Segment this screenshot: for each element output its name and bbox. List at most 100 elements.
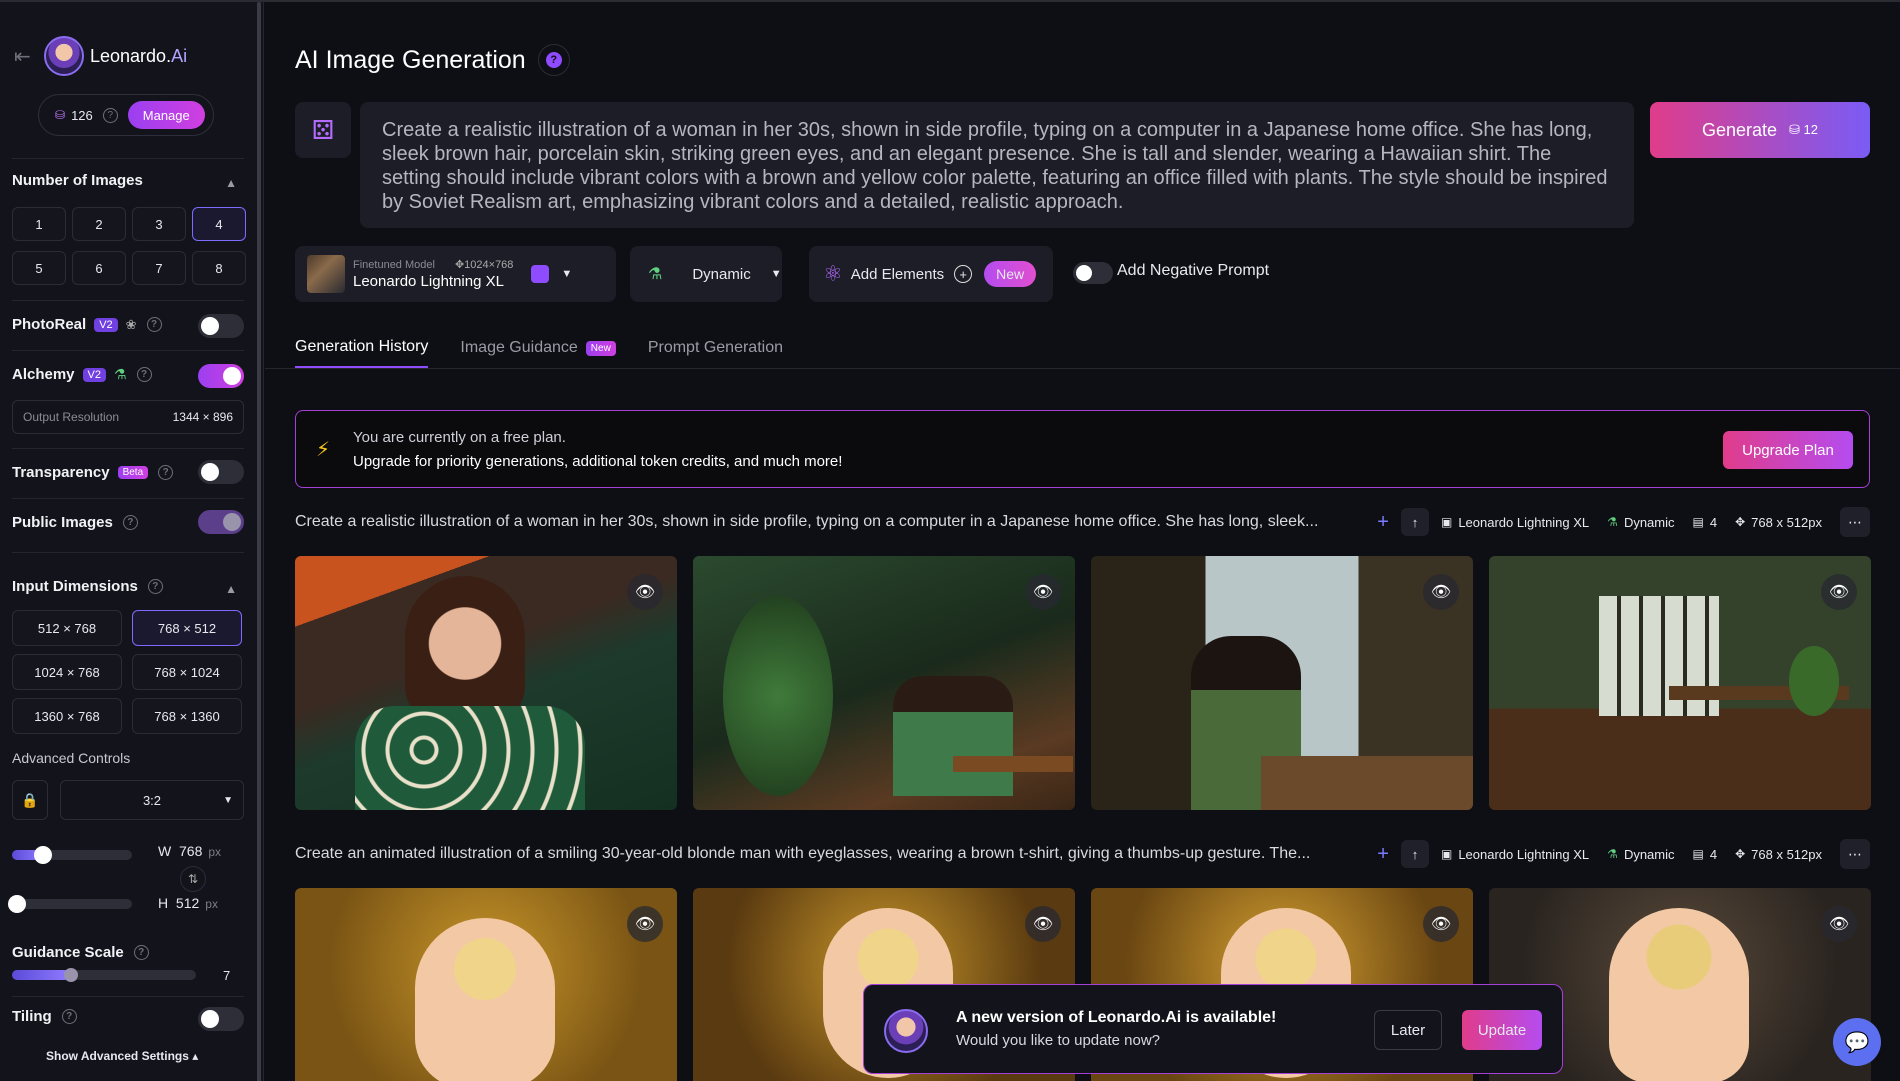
sidebar: ⇤ Leonardo.Ai ⛁ 126 ? Manage Number of I… — [0, 2, 264, 1081]
generation-prompt[interactable]: Create an animated illustration of a smi… — [295, 845, 1355, 863]
view-eye-icon[interactable]: 👁 — [1025, 574, 1061, 610]
model-selector[interactable]: Finetuned Model ✥1024×768 Leonardo Lightn… — [295, 246, 616, 302]
width-slider-knob[interactable] — [34, 846, 52, 864]
width-slider[interactable] — [12, 846, 132, 864]
add-elements-button[interactable]: ⚛ Add Elements + New — [809, 246, 1053, 302]
tab-prompt-generation[interactable]: Prompt Generation — [648, 338, 783, 368]
generation-meta: + ↑ ▣ Leonardo Lightning XL ⚗ Dynamic ▤ 4 ✥… — [1377, 839, 1870, 869]
random-prompt-dice-icon[interactable]: ⚄ — [295, 102, 351, 158]
help-icon[interactable]: ? — [102, 107, 118, 123]
update-button[interactable]: Update — [1462, 1010, 1542, 1050]
help-icon[interactable]: ? — [61, 1009, 77, 1024]
help-icon[interactable]: ? — [133, 945, 149, 960]
atom-icon: ⚛ — [823, 261, 843, 286]
manage-button[interactable]: Manage — [127, 101, 205, 129]
public-images-toggle[interactable] — [198, 510, 244, 534]
prompt-input[interactable]: Create a realistic illustration of a wom… — [360, 102, 1634, 228]
leonardo-logo[interactable] — [44, 36, 84, 76]
num-images-option-6[interactable]: 6 — [72, 251, 126, 285]
generated-image[interactable]: 👁 — [295, 556, 677, 810]
collapse-sidebar-icon[interactable]: ⇤ — [14, 44, 44, 69]
dimension-option[interactable]: 1024 × 768 — [12, 654, 122, 690]
lock-aspect-ratio-icon[interactable]: 🔒 — [12, 780, 48, 820]
plus-icon[interactable]: + — [1377, 511, 1389, 534]
height-slider-knob[interactable] — [8, 895, 26, 913]
help-icon[interactable]: ? — [122, 515, 138, 530]
generation-header: Create a realistic illustration of a wom… — [295, 507, 1870, 537]
show-advanced-settings-button[interactable]: Show Advanced Settings ▴ — [46, 1049, 198, 1063]
chevron-up-icon[interactable]: ▲ — [225, 176, 237, 190]
generated-image[interactable]: 👁 — [1091, 556, 1473, 810]
generated-image[interactable]: 👁 — [1489, 556, 1871, 810]
later-button[interactable]: Later — [1374, 1010, 1442, 1050]
images-icon: ▤ — [1692, 515, 1704, 529]
generated-image[interactable]: 👁 — [693, 556, 1075, 810]
dimension-option[interactable]: 768 × 1024 — [132, 654, 242, 690]
generated-image[interactable]: 👁 — [295, 888, 677, 1081]
aspect-ratio-select[interactable]: 3:2 ▼ — [60, 780, 244, 820]
help-icon[interactable]: ? — [146, 317, 162, 332]
num-images-option-1[interactable]: 1 — [12, 207, 66, 241]
style-selector[interactable]: ⚗ Dynamic ▼ — [630, 246, 782, 302]
images-icon: ▤ — [1692, 847, 1704, 861]
view-eye-icon[interactable]: 👁 — [627, 574, 663, 610]
upgrade-plan-button[interactable]: Upgrade Plan — [1723, 431, 1853, 469]
height-slider[interactable] — [8, 895, 132, 913]
num-images-option-7[interactable]: 7 — [132, 251, 186, 285]
sidebar-scrollbar[interactable] — [257, 2, 261, 1081]
swap-dimensions-icon[interactable]: ⇅ — [180, 866, 206, 892]
dimension-option[interactable]: 1360 × 768 — [12, 698, 122, 734]
more-options-icon[interactable]: ⋯ — [1840, 507, 1870, 537]
tab-generation-history[interactable]: Generation History — [295, 338, 429, 368]
view-eye-icon[interactable]: 👁 — [1821, 574, 1857, 610]
banner-line-2: Upgrade for priority generations, additi… — [353, 453, 843, 470]
dimension-option[interactable]: 768 × 1360 — [132, 698, 242, 734]
plus-icon[interactable]: + — [1377, 843, 1389, 866]
token-count: 126 — [71, 107, 93, 123]
negative-prompt-toggle[interactable] — [1073, 262, 1113, 284]
image-subject — [893, 676, 1013, 796]
view-eye-icon[interactable]: 👁 — [627, 906, 663, 942]
num-images-option-5[interactable]: 5 — [12, 251, 66, 285]
guidance-scale-slider[interactable] — [12, 968, 196, 982]
photoreal-toggle[interactable] — [198, 314, 244, 338]
help-button[interactable]: ? — [537, 44, 570, 76]
generation-count: ▤ 4 — [1692, 514, 1718, 530]
num-images-option-2[interactable]: 2 — [72, 207, 126, 241]
num-images-option-8[interactable]: 8 — [192, 251, 246, 285]
arrow-up-icon[interactable]: ↑ — [1400, 840, 1429, 868]
arrow-up-icon[interactable]: ↑ — [1400, 508, 1429, 536]
token-icon: ⛁ — [55, 108, 66, 122]
token-balance: ⛁ 126 ? Manage — [38, 94, 214, 136]
chat-support-icon[interactable]: 💬 — [1833, 1018, 1881, 1066]
help-icon[interactable]: ? — [136, 367, 152, 382]
model-thumbnail — [307, 255, 345, 293]
view-eye-icon[interactable]: 👁 — [1025, 906, 1061, 942]
view-eye-icon[interactable]: 👁 — [1821, 906, 1857, 942]
generate-button[interactable]: Generate ⛁ 12 — [1650, 102, 1870, 158]
dimension-option[interactable]: 512 × 768 — [12, 610, 122, 646]
guidance-scale-knob[interactable] — [64, 968, 78, 982]
model-settings-icon[interactable] — [531, 265, 550, 283]
generation-prompt[interactable]: Create a realistic illustration of a wom… — [295, 513, 1355, 531]
help-icon[interactable]: ? — [158, 465, 174, 480]
guidance-scale-title: Guidance Scale ? — [12, 944, 149, 961]
generation-style: ⚗ Dynamic — [1607, 514, 1675, 530]
number-of-images-title[interactable]: Number of Images — [12, 172, 143, 189]
chevron-up-icon[interactable]: ▲ — [225, 582, 237, 596]
num-images-option-3[interactable]: 3 — [132, 207, 186, 241]
tab-image-guidance[interactable]: Image Guidance New — [460, 338, 616, 368]
view-eye-icon[interactable]: 👁 — [1423, 906, 1459, 942]
add-elements-label: Add Elements — [850, 265, 945, 283]
brush-icon: ⚗ — [1607, 847, 1618, 861]
transparency-toggle[interactable] — [198, 460, 244, 484]
alchemy-toggle[interactable] — [198, 364, 244, 388]
view-eye-icon[interactable]: 👁 — [1423, 574, 1459, 610]
num-images-option-4[interactable]: 4 — [192, 207, 246, 241]
help-icon[interactable]: ? — [147, 579, 163, 594]
more-options-icon[interactable]: ⋯ — [1840, 839, 1870, 869]
dimension-option[interactable]: 768 × 512 — [132, 610, 242, 646]
tiling-toggle[interactable] — [198, 1007, 244, 1031]
generation-size: ✥ 768 x 512px — [1735, 846, 1822, 862]
input-dimensions-title[interactable]: Input Dimensions ? — [12, 578, 163, 595]
